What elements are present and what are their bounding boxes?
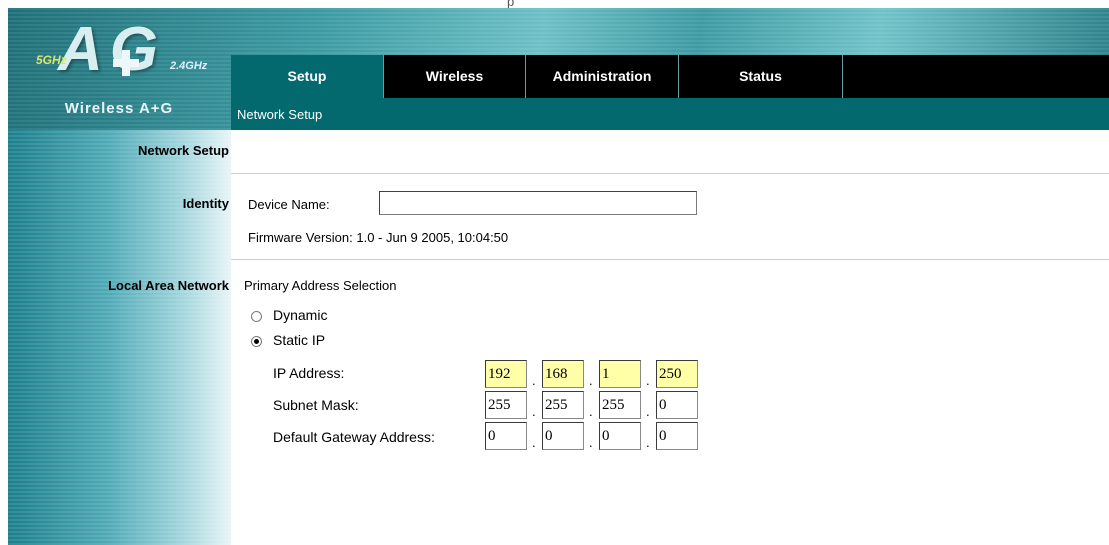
tab-wireless[interactable]: Wireless: [384, 55, 526, 98]
tab-status[interactable]: Status: [679, 55, 843, 98]
logo: A G 5GHz 2.4GHz Wireless A+G: [8, 8, 230, 130]
logo-24ghz: 2.4GHz: [170, 60, 208, 72]
ip-octet-3[interactable]: [599, 360, 641, 388]
firmware-version: Firmware Version: 1.0 - Jun 9 2005, 10:0…: [248, 230, 509, 245]
divider: [231, 173, 1109, 174]
divider: [231, 259, 1109, 260]
device-name-label: Device Name:: [248, 197, 330, 212]
octet-separator: .: [646, 404, 650, 419]
plus-icon: [111, 48, 141, 78]
ip-octet-2[interactable]: [542, 360, 584, 388]
sidebar-label-lan: Local Area Network: [108, 278, 229, 293]
sidebar-label-identity: Identity: [182, 196, 229, 211]
subnet-octet-3[interactable]: [599, 391, 641, 419]
dynamic-radio[interactable]: [251, 311, 262, 322]
static-ip-radio[interactable]: [251, 336, 262, 347]
ip-octet-1[interactable]: [485, 360, 527, 388]
ip-address-label: IP Address:: [273, 365, 345, 381]
octet-separator: .: [646, 435, 650, 450]
main-nav: Setup Wireless Administration Status: [231, 55, 1109, 98]
octet-separator: .: [532, 404, 536, 419]
sidebar-label-network-setup: Network Setup: [137, 143, 229, 158]
subnet-octet-2[interactable]: [542, 391, 584, 419]
default-gateway-label: Default Gateway Address:: [273, 429, 435, 445]
octet-separator: .: [589, 404, 593, 419]
primary-address-selection-label: Primary Address Selection: [244, 278, 397, 293]
subnet-octet-1[interactable]: [485, 391, 527, 419]
subnet-mask-label: Subnet Mask:: [273, 397, 359, 413]
sidebar: Network Setup Identity Local Area Networ…: [8, 130, 231, 545]
static-ip-label: Static IP: [273, 332, 326, 348]
logo-5ghz: 5GHz: [36, 53, 67, 67]
subnav-network-setup[interactable]: Network Setup: [237, 107, 322, 122]
tab-setup[interactable]: Setup: [231, 55, 384, 98]
tab-administration[interactable]: Administration: [526, 55, 679, 98]
octet-separator: .: [646, 373, 650, 388]
top-strip: p: [0, 0, 1109, 9]
gateway-octet-4[interactable]: [656, 422, 698, 450]
octet-separator: .: [532, 435, 536, 450]
gateway-octet-1[interactable]: [485, 422, 527, 450]
octet-separator: .: [589, 435, 593, 450]
device-name-input[interactable]: [379, 191, 697, 215]
brand-name: Wireless A+G: [64, 100, 174, 117]
octet-separator: .: [532, 373, 536, 388]
subnav: Network Setup: [231, 98, 1109, 130]
ip-octet-4[interactable]: [656, 360, 698, 388]
octet-separator: .: [589, 373, 593, 388]
gateway-octet-3[interactable]: [599, 422, 641, 450]
gateway-octet-2[interactable]: [542, 422, 584, 450]
subnet-octet-4[interactable]: [656, 391, 698, 419]
dynamic-label: Dynamic: [273, 307, 328, 323]
